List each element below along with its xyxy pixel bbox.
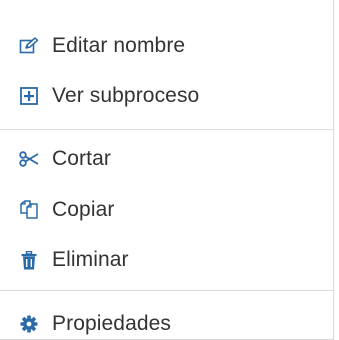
- menu-item-view-subprocess[interactable]: Ver subproceso: [0, 71, 333, 121]
- menu-item-properties[interactable]: Propiedades: [0, 299, 333, 340]
- menu-item-label: Editar nombre: [52, 34, 186, 57]
- menu-item-edit-name[interactable]: Editar nombre: [0, 21, 333, 71]
- menu-item-label: Copiar: [52, 198, 115, 221]
- plus-square-icon: [18, 85, 40, 107]
- context-menu: Editar nombre Ver subproceso Cortar Copi…: [0, 0, 334, 340]
- menu-item-delete[interactable]: Eliminar: [0, 235, 333, 285]
- trash-icon: [18, 249, 40, 271]
- menu-item-label: Eliminar: [52, 248, 129, 271]
- menu-item-cut[interactable]: Cortar: [0, 134, 333, 184]
- scissors-icon: [18, 148, 40, 170]
- gear-icon: [18, 313, 40, 335]
- menu-item-label: Ver subproceso: [52, 84, 200, 107]
- menu-item-label: Propiedades: [52, 312, 172, 335]
- menu-item-label: Cortar: [52, 147, 111, 170]
- menu-separator: [0, 290, 333, 291]
- menu-separator: [0, 129, 333, 130]
- copy-icon: [18, 199, 40, 221]
- edit-icon: [18, 35, 40, 57]
- menu-item-copy[interactable]: Copiar: [0, 185, 333, 235]
